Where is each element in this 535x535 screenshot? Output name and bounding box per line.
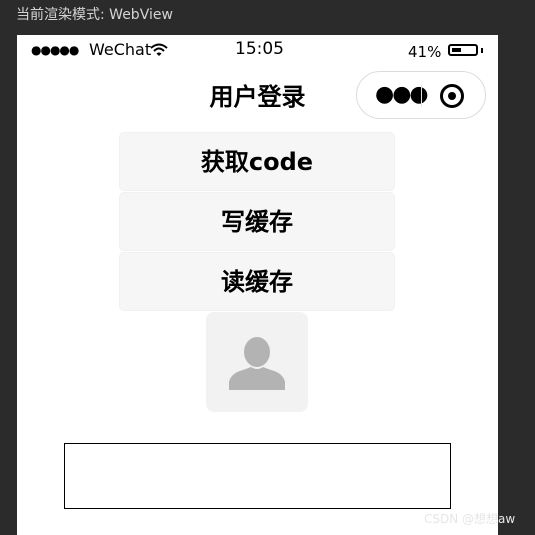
signal-strength-icon: ●●●●● — [31, 43, 79, 57]
write-cache-button[interactable]: 写缓存 — [119, 192, 395, 251]
wifi-icon — [150, 43, 168, 56]
avatar[interactable] — [206, 312, 308, 412]
more-dots-icon[interactable]: ●●● — [375, 83, 429, 107]
battery-icon — [448, 44, 478, 56]
watermark: CSDN @想想aw — [424, 512, 516, 526]
capsule-divider — [421, 85, 422, 107]
phone-screen: ●●●●● WeChat 15:05 41% 用户登录 ●●● 获取code 写… — [17, 35, 498, 535]
status-bar: ●●●●● WeChat 15:05 41% — [17, 35, 498, 65]
render-mode-label: 当前渲染模式: WebView — [16, 7, 173, 23]
text-input-box[interactable] — [64, 443, 451, 509]
target-icon-dot — [448, 92, 456, 100]
status-time: 15:05 — [235, 39, 284, 59]
target-icon[interactable] — [440, 84, 464, 108]
read-cache-button[interactable]: 读缓存 — [119, 252, 395, 311]
mini-program-capsule: ●●● — [356, 71, 486, 119]
battery-cap — [481, 48, 483, 53]
battery-fill — [452, 48, 461, 52]
battery-percent: 41% — [408, 43, 442, 61]
get-code-button[interactable]: 获取code — [119, 132, 395, 191]
carrier-name: WeChat — [89, 40, 152, 59]
person-avatar-icon — [229, 337, 285, 390]
devtools-simulator: 当前渲染模式: WebView ●●●●● WeChat 15:05 41% 用… — [0, 0, 535, 535]
